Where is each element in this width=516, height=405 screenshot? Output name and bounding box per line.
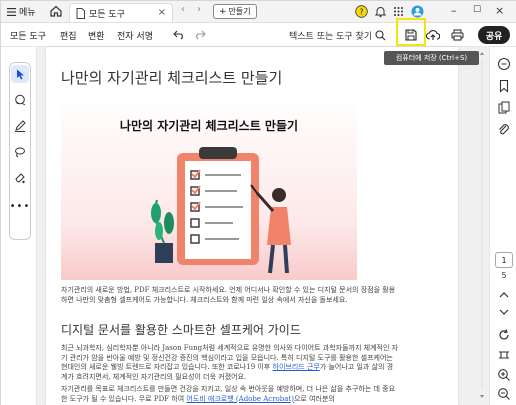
apps-grid-icon[interactable]	[392, 5, 405, 18]
back-icon[interactable]: ‹	[181, 4, 185, 15]
home-icon[interactable]	[49, 4, 63, 18]
comments-panel-icon[interactable]	[497, 57, 511, 71]
hybrid-work-link[interactable]: 하이브리드 근무	[273, 363, 320, 371]
vertical-scrollbar[interactable]	[479, 51, 485, 401]
search-label[interactable]: 텍스트 또는 도구 찾기	[289, 29, 372, 42]
checklist-illustration-icon	[151, 147, 291, 274]
fit-width-icon[interactable]	[497, 348, 511, 362]
fill-sign-tool[interactable]	[11, 169, 29, 187]
left-tool-rail: •••	[1, 47, 37, 405]
cursor-icon	[16, 69, 24, 79]
scroll-up-icon[interactable]	[497, 288, 511, 302]
menu-button[interactable]: 메뉴	[7, 5, 36, 18]
hero-image: 나만의 자기관리 체크리스트 만들기	[61, 95, 357, 280]
comment-icon	[15, 94, 26, 106]
comment-tool[interactable]	[11, 91, 29, 109]
document-icon	[76, 7, 85, 19]
freehand-tool[interactable]	[11, 143, 29, 161]
menu-edit[interactable]: 편집	[60, 29, 77, 42]
menu-label: 메뉴	[19, 8, 36, 18]
main-toolbar: 모든 도구 편집 변환 전자 서명 텍스트 또는 도구 찾기 공유	[1, 23, 516, 47]
new-tab-button[interactable]: + 만들기	[213, 4, 257, 19]
ink-pen-icon	[15, 173, 25, 184]
new-tab-label: 만들기	[228, 7, 251, 16]
right-panel-rail: 1 5	[489, 47, 516, 405]
search-icon[interactable]	[375, 30, 386, 41]
pdf-page: 나만의 자기관리 체크리스트 만들기 나만의 자기관리 체크리스트 만들기 자기…	[46, 47, 458, 405]
body-paragraph: 최근 뇌과학자, 심리학자뿐 아니라 Jason Fung처럼 세계적으로 유명…	[61, 344, 399, 382]
redo-icon[interactable]	[194, 30, 206, 40]
help-icon[interactable]: ?	[355, 5, 368, 18]
forward-icon[interactable]: ›	[197, 4, 201, 15]
pages-icon[interactable]	[497, 101, 511, 115]
select-tool[interactable]	[11, 65, 29, 83]
tab-all-tools[interactable]: 모든 도구 ×	[69, 3, 173, 22]
save-tooltip: 컴퓨터에 저장 (Ctrl+S)	[384, 51, 479, 65]
draw-tool[interactable]	[11, 117, 29, 135]
print-icon[interactable]	[451, 29, 464, 41]
pen-icon	[15, 120, 26, 132]
adobe-acrobat-link[interactable]: 어도비 애크로뱃 (Adobe Acrobat)	[186, 395, 294, 403]
save-highlight-box	[396, 18, 426, 46]
lasso-icon	[15, 147, 25, 158]
close-icon[interactable]: ×	[158, 7, 166, 18]
bell-icon[interactable]	[374, 5, 387, 18]
attachment-icon[interactable]	[497, 123, 511, 137]
scroll-down-icon[interactable]	[497, 305, 511, 319]
more-tools[interactable]: •••	[9, 197, 31, 215]
body-paragraph-2: 자기관리를 목표로 체크리스트를 만들면 건강을 지키고, 일상 속 번아웃을 …	[61, 385, 399, 404]
total-pages: 5	[501, 271, 507, 280]
avatar-icon[interactable]	[411, 5, 424, 18]
section-heading: 디지털 문서를 활용한 스마트한 셀프케어 가이드	[61, 323, 301, 337]
zoom-in-icon[interactable]	[497, 368, 511, 382]
plus-icon: +	[219, 6, 227, 17]
more-dots-icon: •••	[9, 200, 31, 212]
acrobat-window: 메뉴 모든 도구 × ‹ › + 만들기 ? – ☐ × 모든 도구 편집 변환…	[0, 0, 516, 405]
maximize-icon[interactable]: ☐	[473, 5, 481, 15]
menu-e-sign[interactable]: 전자 서명	[117, 29, 153, 42]
undo-icon[interactable]	[173, 30, 185, 40]
document-viewport[interactable]: 나만의 자기관리 체크리스트 만들기 나만의 자기관리 체크리스트 만들기 자기…	[37, 47, 489, 405]
zoom-out-icon[interactable]	[497, 387, 511, 401]
close-window-icon[interactable]: ×	[495, 4, 504, 17]
menu-convert[interactable]: 변환	[88, 29, 105, 42]
upload-cloud-icon[interactable]	[426, 29, 440, 41]
tab-title: 모든 도구	[89, 9, 125, 20]
document-title: 나만의 자기관리 체크리스트 만들기	[61, 69, 283, 87]
svg-text:?: ?	[359, 8, 363, 17]
bookmark-icon[interactable]	[497, 79, 511, 93]
share-button[interactable]: 공유	[478, 26, 510, 44]
menu-all-tools[interactable]: 모든 도구	[10, 29, 46, 42]
quick-tools-panel: •••	[9, 62, 31, 240]
rotate-icon[interactable]	[497, 328, 511, 342]
hamburger-icon	[7, 7, 16, 16]
current-page-input[interactable]: 1	[495, 252, 513, 268]
title-bar: 메뉴 모든 도구 × ‹ › + 만들기 ? – ☐ ×	[1, 1, 516, 23]
body-paragraph-2-end: 으로 여러분의	[293, 394, 335, 403]
minimize-icon[interactable]: –	[451, 4, 457, 17]
intro-paragraph: 자기관리의 새로운 방법, PDF 체크리스트로 시작하세요. 언제 어디서나 …	[61, 286, 396, 304]
